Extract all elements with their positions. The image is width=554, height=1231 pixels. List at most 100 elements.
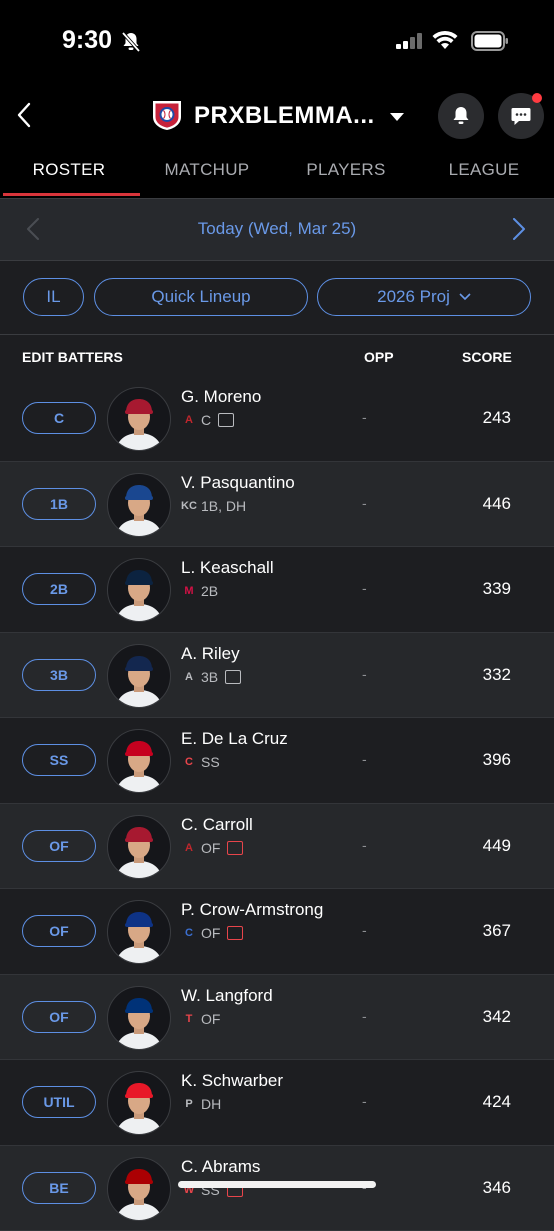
- column-header: EDIT BATTERS OPP SCORE: [0, 334, 554, 378]
- team-logo-icon: [150, 98, 184, 132]
- player-name[interactable]: P. Crow-Armstrong: [181, 900, 323, 920]
- opp-header: OPP: [364, 349, 394, 365]
- team-name[interactable]: PRXBLEMMA...: [194, 102, 375, 130]
- position-slot-button[interactable]: UTIL: [22, 1086, 96, 1118]
- tab-roster[interactable]: ROSTER: [0, 152, 138, 198]
- team-logo-icon: C: [181, 754, 197, 770]
- player-name[interactable]: C. Carroll: [181, 815, 253, 835]
- table-row[interactable]: BE C. Abrams W SS - 346: [0, 1146, 554, 1231]
- eligible-positions: OF: [201, 840, 220, 856]
- team-logo-icon: KC: [181, 498, 197, 514]
- player-avatar[interactable]: [107, 900, 171, 964]
- unread-indicator: [532, 93, 542, 103]
- team-logo-icon: M: [181, 583, 197, 599]
- news-icon[interactable]: [218, 413, 234, 427]
- player-avatar[interactable]: [107, 729, 171, 793]
- table-row[interactable]: UTIL K. Schwarber P DH - 424: [0, 1060, 554, 1146]
- roster-filter-bar: IL Quick Lineup 2026 Proj: [0, 260, 554, 335]
- eligible-positions: 1B, DH: [201, 498, 246, 514]
- team-logo-icon: C: [181, 925, 197, 941]
- bell-off-icon: [121, 31, 141, 53]
- back-arrow-icon[interactable]: [16, 102, 32, 128]
- table-row[interactable]: 3B A. Riley A 3B - 332: [0, 633, 554, 719]
- projected-score: 346: [483, 1178, 511, 1198]
- table-row[interactable]: SS E. De La Cruz C SS - 396: [0, 718, 554, 804]
- notifications-button[interactable]: [438, 93, 484, 139]
- opponent: -: [362, 495, 367, 511]
- eligible-positions: OF: [201, 1011, 220, 1027]
- projection-select[interactable]: 2026 Proj: [317, 278, 531, 316]
- messages-button[interactable]: [498, 93, 544, 139]
- player-avatar[interactable]: [107, 644, 171, 708]
- opponent: -: [362, 837, 367, 853]
- team-logo-icon: T: [181, 1011, 197, 1027]
- position-slot-button[interactable]: OF: [22, 1001, 96, 1033]
- news-icon[interactable]: [227, 841, 243, 855]
- player-name[interactable]: C. Abrams: [181, 1157, 260, 1177]
- eligible-positions: 2B: [201, 583, 218, 599]
- player-name[interactable]: G. Moreno: [181, 387, 261, 407]
- table-row[interactable]: OF W. Langford T OF - 342: [0, 975, 554, 1061]
- player-avatar[interactable]: [107, 473, 171, 537]
- table-row[interactable]: C G. Moreno A C - 243: [0, 376, 554, 462]
- table-row[interactable]: OF C. Carroll A OF - 449: [0, 804, 554, 890]
- player-meta: A OF: [181, 840, 243, 856]
- player-meta: P DH: [181, 1096, 221, 1112]
- opponent: -: [362, 922, 367, 938]
- main-tabs: ROSTER MATCHUP PLAYERS LEAGUE: [0, 152, 554, 198]
- news-icon[interactable]: [227, 926, 243, 940]
- player-meta: C OF: [181, 925, 243, 941]
- score-header: SCORE: [462, 349, 512, 365]
- opponent: -: [362, 1093, 367, 1109]
- table-row[interactable]: 2B L. Keaschall M 2B - 339: [0, 547, 554, 633]
- player-meta: A C: [181, 412, 234, 428]
- eligible-positions: OF: [201, 925, 220, 941]
- position-slot-button[interactable]: 3B: [22, 659, 96, 691]
- player-avatar[interactable]: [107, 815, 171, 879]
- player-meta: KC 1B, DH: [181, 498, 246, 514]
- team-logo-icon: A: [181, 840, 197, 856]
- next-day-icon[interactable]: [512, 218, 526, 240]
- projected-score: 367: [483, 921, 511, 941]
- player-avatar[interactable]: [107, 986, 171, 1050]
- home-indicator[interactable]: [178, 1181, 376, 1188]
- roster-list: C G. Moreno A C - 243 1B: [0, 376, 554, 1231]
- player-name[interactable]: E. De La Cruz: [181, 729, 288, 749]
- projected-score: 446: [483, 494, 511, 514]
- position-slot-button[interactable]: 1B: [22, 488, 96, 520]
- player-avatar[interactable]: [107, 1071, 171, 1135]
- eligible-positions: C: [201, 412, 211, 428]
- table-row[interactable]: OF P. Crow-Armstrong C OF - 367: [0, 889, 554, 975]
- player-avatar[interactable]: [107, 1157, 171, 1221]
- opponent: -: [362, 409, 367, 425]
- player-avatar[interactable]: [107, 558, 171, 622]
- player-name[interactable]: A. Riley: [181, 644, 240, 664]
- il-button[interactable]: IL: [23, 278, 84, 316]
- team-logo-icon: A: [181, 669, 197, 685]
- selected-date[interactable]: Today (Wed, Mar 25): [0, 219, 554, 239]
- table-row[interactable]: 1B V. Pasquantino KC 1B, DH - 446: [0, 462, 554, 548]
- player-avatar[interactable]: [107, 387, 171, 451]
- chevron-down-icon: [459, 293, 471, 301]
- eligible-positions: DH: [201, 1096, 221, 1112]
- team-switch-dropdown-icon[interactable]: [389, 112, 405, 122]
- quick-lineup-button[interactable]: Quick Lineup: [94, 278, 308, 316]
- projected-score: 332: [483, 665, 511, 685]
- player-meta: M 2B: [181, 583, 218, 599]
- position-slot-button[interactable]: SS: [22, 744, 96, 776]
- position-slot-button[interactable]: OF: [22, 915, 96, 947]
- tab-league[interactable]: LEAGUE: [415, 152, 553, 198]
- player-name[interactable]: K. Schwarber: [181, 1071, 283, 1091]
- position-slot-button[interactable]: OF: [22, 830, 96, 862]
- player-meta: T OF: [181, 1011, 220, 1027]
- news-icon[interactable]: [225, 670, 241, 684]
- tab-matchup[interactable]: MATCHUP: [138, 152, 276, 198]
- projection-label: 2026 Proj: [377, 287, 450, 307]
- tab-players[interactable]: PLAYERS: [277, 152, 415, 198]
- player-name[interactable]: W. Langford: [181, 986, 273, 1006]
- position-slot-button[interactable]: 2B: [22, 573, 96, 605]
- position-slot-button[interactable]: BE: [22, 1172, 96, 1204]
- player-name[interactable]: V. Pasquantino: [181, 473, 295, 493]
- position-slot-button[interactable]: C: [22, 402, 96, 434]
- player-name[interactable]: L. Keaschall: [181, 558, 274, 578]
